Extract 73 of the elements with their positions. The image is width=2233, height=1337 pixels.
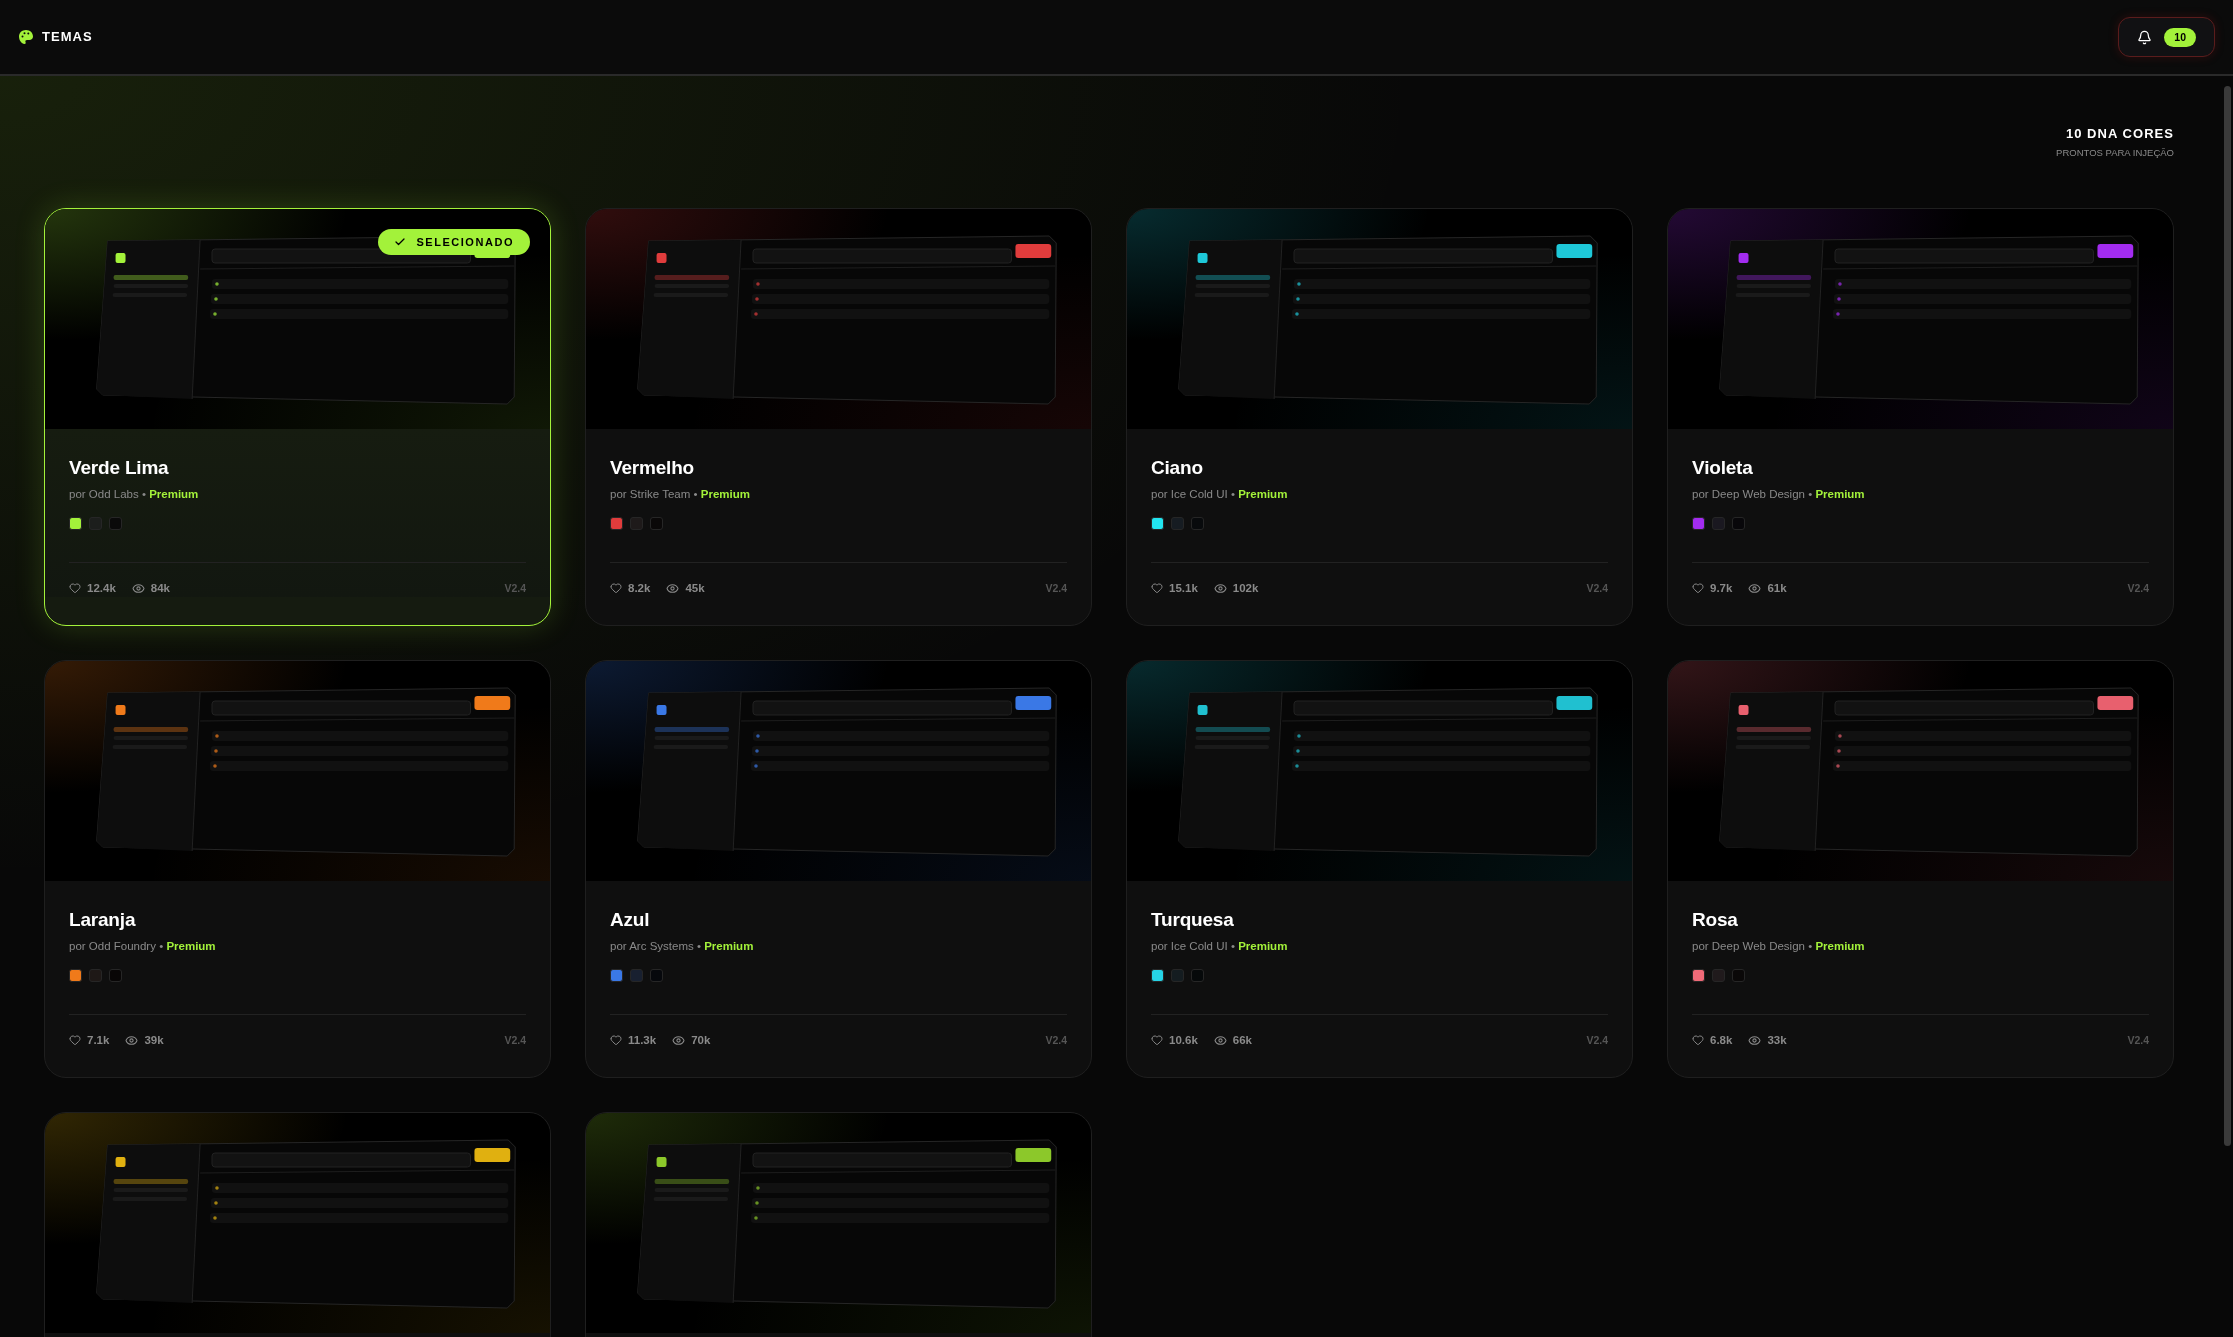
theme-card[interactable]: Rosa por Deep Web Design • Premium 6.8k 33k V2.4 <box>1667 659 2174 1078</box>
views-count: 33k <box>1767 1032 1787 1048</box>
likes-count: 12.4k <box>87 580 116 596</box>
version-label: V2.4 <box>1045 580 1067 596</box>
author-line: por Arc Systems • Premium <box>610 938 755 954</box>
heart-icon <box>69 1034 81 1047</box>
eye-icon <box>1213 1033 1227 1047</box>
eye-icon <box>125 1033 139 1047</box>
theme-name: Azul <box>610 907 651 932</box>
views-count: 102k <box>1232 580 1259 596</box>
theme-card[interactable]: Ciano por Ice Cold UI • Premium 15.1k 102k V2.4 <box>1126 207 1633 626</box>
version-label: V2.4 <box>1045 1032 1067 1048</box>
palette-icon <box>18 29 34 45</box>
heart-icon <box>1151 1034 1163 1047</box>
theme-name: Laranja <box>69 907 137 932</box>
theme-name: Turquesa <box>1151 907 1235 932</box>
likes-count: 15.1k <box>1169 580 1198 596</box>
author-line: por Strike Team • Premium <box>610 486 751 502</box>
bell-icon <box>2137 29 2153 45</box>
theme-card[interactable]: Laranja por Odd Foundry • Premium 7.1k 39k V2.4 <box>44 659 551 1078</box>
eye-icon <box>1748 1033 1762 1047</box>
likes-count: 7.1k <box>87 1032 110 1048</box>
likes-count: 9.7k <box>1710 580 1733 596</box>
theme-card[interactable]: SELECIONADO Verde Lima por Odd Labs • Premium 12.4k 84k V2.4 <box>44 207 551 626</box>
notifications-button[interactable]: 10 <box>2118 17 2215 57</box>
views-count: 84k <box>150 580 170 596</box>
author-line: por Odd Foundry • Premium <box>69 938 217 954</box>
app-title: TEMAS <box>42 28 93 47</box>
author-line: por Deep Web Design • Premium <box>1692 486 1866 502</box>
views-count: 70k <box>691 1032 711 1048</box>
author-line: por Odd Labs • Premium <box>69 486 200 502</box>
summary-subtitle: PRONTOS PARA INJEÇÃO <box>2056 145 2174 160</box>
heart-icon <box>1151 582 1163 595</box>
selected-label: SELECIONADO <box>416 234 514 250</box>
version-label: V2.4 <box>504 1032 526 1048</box>
theme-card[interactable]: Azul por Arc Systems • Premium 11.3k 70k V2.4 <box>585 659 1092 1078</box>
likes-count: 11.3k <box>628 1032 657 1048</box>
heart-icon <box>610 582 622 595</box>
likes-count: 6.8k <box>1710 1032 1733 1048</box>
theme-name: Rosa <box>1692 907 1739 932</box>
author-line: por Ice Cold UI • Premium <box>1151 486 1289 502</box>
views-count: 66k <box>1232 1032 1252 1048</box>
theme-name: Violeta <box>1692 455 1754 480</box>
version-label: V2.4 <box>2127 580 2149 596</box>
heart-icon <box>69 582 81 595</box>
version-label: V2.4 <box>504 580 526 596</box>
theme-name: Ciano <box>1151 455 1204 480</box>
version-label: V2.4 <box>2127 1032 2149 1048</box>
likes-count: 10.6k <box>1169 1032 1198 1048</box>
heart-icon <box>1692 582 1704 595</box>
views-count: 45k <box>685 580 705 596</box>
notification-count: 10 <box>2164 27 2196 47</box>
eye-icon <box>666 581 680 595</box>
heart-icon <box>610 1034 622 1047</box>
heart-icon <box>1692 1034 1704 1047</box>
views-count: 61k <box>1767 580 1787 596</box>
version-label: V2.4 <box>1586 1032 1608 1048</box>
eye-icon <box>1748 581 1762 595</box>
summary-title: 10 DNA CORES <box>2065 125 2174 143</box>
theme-name: Vermelho <box>610 455 696 480</box>
theme-name: Verde Lima <box>69 455 170 480</box>
eye-icon <box>131 581 145 595</box>
version-label: V2.4 <box>1586 580 1608 596</box>
scrollbar[interactable] <box>2224 86 2231 1146</box>
views-count: 39k <box>144 1032 164 1048</box>
author-line: por Ice Cold UI • Premium <box>1151 938 1289 954</box>
eye-icon <box>1213 581 1227 595</box>
theme-card[interactable]: Vermelho por Strike Team • Premium 8.2k 45k V2.4 <box>585 207 1092 626</box>
author-line: por Deep Web Design • Premium <box>1692 938 1866 954</box>
theme-card[interactable]: Violeta por Deep Web Design • Premium 9.7k 61k V2.4 <box>1667 207 2174 626</box>
eye-icon <box>672 1033 686 1047</box>
likes-count: 8.2k <box>628 580 651 596</box>
theme-card[interactable]: Turquesa por Ice Cold UI • Premium 10.6k 66k V2.4 <box>1126 659 1633 1078</box>
